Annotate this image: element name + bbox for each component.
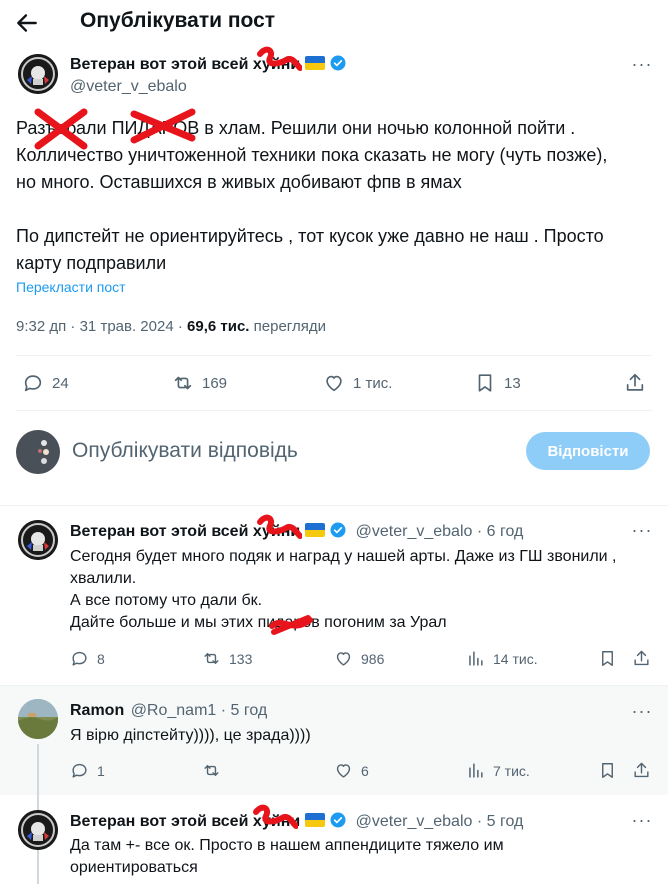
reply-count: 24 xyxy=(52,374,69,392)
author-handle[interactable]: @veter_v_ebalo xyxy=(70,78,187,96)
avatar[interactable] xyxy=(18,54,58,94)
reply-time[interactable]: · 5 год xyxy=(221,702,267,719)
share-button[interactable] xyxy=(624,372,654,394)
author-row: Ветеран вот этой всей хуйни xyxy=(70,54,347,74)
views-button[interactable]: 14 тис. xyxy=(466,649,538,668)
share-icon xyxy=(634,762,649,778)
bookmark-count: 13 xyxy=(504,374,521,392)
reply-text: Сегодня будет много подяк и наград у наш… xyxy=(70,548,617,631)
post-date[interactable]: 31 трав. 2024 xyxy=(80,318,174,335)
like-button[interactable]: 1 тис. xyxy=(323,372,392,394)
bookmark-button[interactable]: 13 xyxy=(474,372,521,394)
divider xyxy=(0,685,668,686)
avatar[interactable] xyxy=(18,520,58,560)
bookmark-icon xyxy=(478,374,492,392)
reply-text: Да там +- все ок. Просто в нашем аппенди… xyxy=(70,837,504,876)
verified-icon xyxy=(330,522,346,538)
post-line: Разъебали ПИДАРОВ в хлам. Решили они ноч… xyxy=(16,118,576,138)
repost-icon xyxy=(174,376,192,390)
post-line: карту подправили xyxy=(16,253,167,273)
divider xyxy=(16,355,652,356)
bookmark-button[interactable] xyxy=(598,649,625,668)
reply-header: Ramon @Ro_nam1 · 5 год xyxy=(70,702,267,720)
views-count: 69,6 тис. xyxy=(187,318,250,335)
post-text: Разъебали ПИДАРОВ в хлам. Решили они ноч… xyxy=(16,115,656,277)
repost-button[interactable] xyxy=(202,761,229,780)
reply-icon xyxy=(72,651,87,666)
reply-button[interactable]: 8 xyxy=(70,649,105,668)
submit-reply-button[interactable]: Відповісти xyxy=(526,432,650,470)
author-name[interactable]: Ветеран вот этой всей хуйни xyxy=(70,813,300,830)
like-button[interactable]: 6 xyxy=(334,761,369,780)
translate-link[interactable]: Перекласти пост xyxy=(16,279,126,295)
author-name[interactable]: Ветеран вот этой всей хуйни xyxy=(70,56,300,73)
bookmark-button[interactable] xyxy=(598,761,625,780)
post-line: но много. Оставшихся в живых добивают фп… xyxy=(16,172,462,192)
avatar[interactable] xyxy=(18,699,58,739)
bookmark-icon xyxy=(602,763,613,778)
back-arrow-icon[interactable] xyxy=(14,10,40,36)
more-icon[interactable]: ··· xyxy=(630,55,654,82)
views-icon xyxy=(469,651,483,666)
ukraine-flag-icon xyxy=(305,813,326,827)
views-button[interactable]: 7 тис. xyxy=(466,761,530,780)
repost-button[interactable]: 169 xyxy=(172,372,227,394)
post-time[interactable]: 9:32 дп xyxy=(16,318,66,335)
verified-icon xyxy=(330,55,346,71)
page-title: Опублікувати пост xyxy=(80,9,276,32)
author-handle[interactable]: @veter_v_ebalo xyxy=(356,523,473,540)
reply-header: Ветеран вот этой всей хуйни @veter_v_eba… xyxy=(70,811,523,831)
reply-button[interactable]: 24 xyxy=(22,372,69,394)
reply-icon xyxy=(72,763,87,778)
verified-icon xyxy=(330,812,346,828)
ukraine-flag-icon xyxy=(305,523,326,537)
reply-time[interactable]: · 5 год xyxy=(477,813,523,830)
like-count: 1 тис. xyxy=(353,374,393,392)
like-icon xyxy=(336,764,351,778)
author-handle[interactable]: @Ro_nam1 xyxy=(131,702,217,719)
like-icon xyxy=(326,375,342,392)
post-line: Колличество уничтоженной техники пока ск… xyxy=(16,145,608,165)
views-label: перегляди xyxy=(253,318,326,335)
avatar[interactable] xyxy=(18,810,58,850)
like-button[interactable]: 986 xyxy=(334,649,384,668)
repost-button[interactable]: 133 xyxy=(202,649,252,668)
author-name[interactable]: Ветеран вот этой всей хуйни xyxy=(70,523,300,540)
divider xyxy=(16,410,652,411)
author-name[interactable]: Ramon xyxy=(70,702,124,719)
more-icon[interactable]: ··· xyxy=(630,521,654,548)
like-icon xyxy=(336,652,351,666)
repost-icon xyxy=(204,765,219,776)
bookmark-icon xyxy=(602,651,613,666)
reply-text: Я вірю діпстейту)))), це зрада)))) xyxy=(70,727,311,744)
share-icon xyxy=(626,373,644,391)
share-button[interactable] xyxy=(632,761,659,780)
repost-count: 169 xyxy=(202,374,228,392)
user-avatar[interactable] xyxy=(16,430,60,474)
repost-icon xyxy=(204,653,219,664)
views-icon xyxy=(469,763,483,778)
post-line: По дипстейт не ориентируйтесь , тот кусо… xyxy=(16,226,604,246)
reply-time[interactable]: · 6 год xyxy=(477,523,523,540)
reply-icon xyxy=(24,375,42,392)
reply-input[interactable]: Опублікувати відповідь xyxy=(72,439,298,463)
author-handle[interactable]: @veter_v_ebalo xyxy=(356,813,473,830)
reply-header: Ветеран вот этой всей хуйни @veter_v_eba… xyxy=(70,521,523,541)
share-button[interactable] xyxy=(632,649,659,668)
ukraine-flag-icon xyxy=(305,56,326,70)
top-bar: Опублікувати пост xyxy=(0,0,668,44)
divider xyxy=(0,505,668,506)
post-meta: 9:32 дп · 31 трав. 2024 · 69,6 тис. пере… xyxy=(16,318,326,335)
share-icon xyxy=(634,650,649,666)
reply-button[interactable]: 1 xyxy=(70,761,105,780)
